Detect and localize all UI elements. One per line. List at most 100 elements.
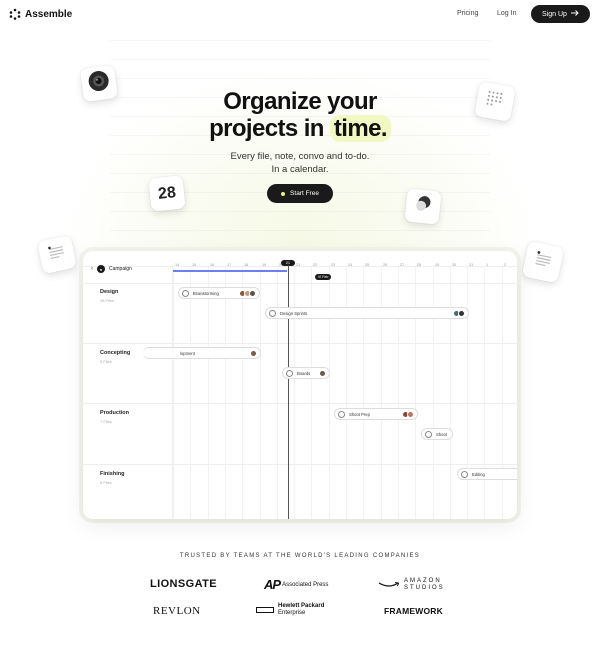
signup-button[interactable]: Sign Up [531, 5, 590, 23]
task-pill[interactable]: Shoot Prep [334, 408, 418, 420]
task-label: Editing [472, 471, 485, 477]
stage-files: 7 Files [100, 419, 112, 424]
date-tick: 27 [400, 263, 405, 267]
stage-files: 5 Files [100, 480, 112, 485]
task-label: Brainstorming [193, 290, 219, 296]
logo[interactable]: Assemble [9, 8, 72, 20]
campaign-avatar: ● [97, 265, 105, 273]
date-tick: 1 [486, 263, 489, 267]
day-column-line [415, 267, 416, 519]
day-column-line [484, 267, 485, 519]
hero-subtitle: Every file, note, convo and to-do. In a … [0, 150, 600, 176]
hero-subtitle-line1: Every file, note, convo and to-do. [230, 151, 370, 162]
date-tick: 17 [227, 263, 232, 267]
assignees [402, 411, 414, 418]
task-status-icon [269, 309, 276, 317]
date-tick: 25 [365, 263, 370, 267]
stage-files: 5 Files [100, 359, 112, 364]
amazon-line1: AMAZON [404, 578, 442, 584]
start-free-label: Start Free [290, 190, 319, 197]
task-status-icon [461, 470, 468, 478]
date-tick: 23 [331, 263, 336, 267]
framework-logo: FRAMEWORK [384, 606, 443, 616]
date-tick: 16 [210, 263, 215, 267]
stage-sidebar [83, 267, 173, 519]
task-pill[interactable]: Brainstorming [178, 287, 260, 299]
day-column-line [242, 267, 243, 519]
start-free-button[interactable]: Start Free [267, 184, 333, 203]
row-divider [83, 343, 517, 344]
task-label: lopment [180, 350, 195, 356]
toggle-tile [404, 188, 442, 225]
amazon-smile-icon [378, 576, 400, 594]
day-column-line [329, 267, 330, 519]
date-ruler: 14151617181920212223242526272829303112 [83, 251, 517, 267]
amazon-text: AMAZON STUDIOS [404, 578, 445, 592]
day-column-line [311, 267, 312, 519]
date-tick: 18 [244, 263, 249, 267]
stage-name: Concepting [100, 350, 131, 356]
day-column-line [260, 267, 261, 519]
hpe-line1: Hewlett Packard [278, 603, 325, 609]
ap-text: Associated Press [282, 581, 329, 588]
task-label: Boards [297, 370, 311, 376]
assignees [239, 290, 256, 297]
row-divider [83, 464, 517, 465]
date-tick: 30 [452, 263, 457, 267]
row-divider [83, 283, 517, 284]
stage-name: Finishing [100, 471, 125, 477]
date-tick: 15 [192, 263, 197, 267]
task-pill[interactable]: Boards [282, 367, 330, 379]
date-tick: 19 [262, 263, 267, 267]
assemble-logo-icon [9, 8, 21, 20]
day-column-line [363, 267, 364, 519]
row-divider [83, 403, 517, 404]
date-tick: 2 [504, 263, 507, 267]
campaign-selector[interactable]: ‹ ● Campaign [91, 265, 132, 273]
task-pill[interactable]: Shoot [421, 428, 453, 440]
current-time-line [288, 265, 289, 519]
hero-title-prefix: projects in [209, 115, 324, 142]
task-pill[interactable]: lopment [143, 347, 261, 359]
campaign-progress-bar [173, 270, 287, 272]
chevron-left-icon[interactable]: ‹ [91, 266, 93, 272]
nav-link-pricing[interactable]: Pricing [457, 10, 478, 17]
day-column-line [398, 267, 399, 519]
document-tile [521, 240, 565, 284]
task-pill[interactable]: Editing [457, 468, 517, 480]
task-status-icon [182, 289, 189, 297]
nav-link-login[interactable]: Log In [497, 10, 516, 17]
day-column-line [190, 267, 191, 519]
date-tick: 21 [296, 263, 301, 267]
hero-title-line2: projects in time. [0, 115, 600, 142]
task-status-icon [425, 430, 432, 438]
campaign-label: Campaign [109, 266, 132, 272]
stage-files: 18 Files [100, 298, 115, 303]
current-time-tag: VI Feb [315, 274, 332, 280]
day-column-line [433, 267, 434, 519]
hero-subtitle-line2: In a calendar. [271, 164, 329, 175]
hpe-line2: Enterprise [278, 610, 306, 616]
hero-title-line1: Organize your [223, 88, 377, 115]
calendar-date: 28 [157, 183, 177, 203]
calendar-app-preview: 14151617181920212223242526272829303112 2… [83, 251, 517, 519]
day-column-line [450, 267, 451, 519]
note-tile [36, 234, 78, 275]
avatar [249, 290, 256, 297]
day-column-line [346, 267, 347, 519]
note-icon [46, 243, 68, 265]
signup-label: Sign Up [542, 10, 567, 18]
document-icon [532, 250, 554, 274]
hero-title: Organize your projects in time. [0, 88, 600, 142]
assignees [453, 310, 465, 317]
task-pill[interactable]: Design Sprints [265, 307, 469, 319]
avatar [407, 411, 414, 418]
hpe-rectangle-icon [256, 607, 274, 613]
task-label: Shoot Prep [349, 411, 370, 417]
day-column-line [277, 267, 278, 519]
stage-name: Design [100, 289, 119, 295]
top-nav: Assemble Pricing Log In Sign Up [0, 0, 600, 30]
task-status-icon [338, 410, 345, 418]
ap-logo: AP Associated Press [264, 577, 328, 592]
date-tick: 29 [435, 263, 440, 267]
